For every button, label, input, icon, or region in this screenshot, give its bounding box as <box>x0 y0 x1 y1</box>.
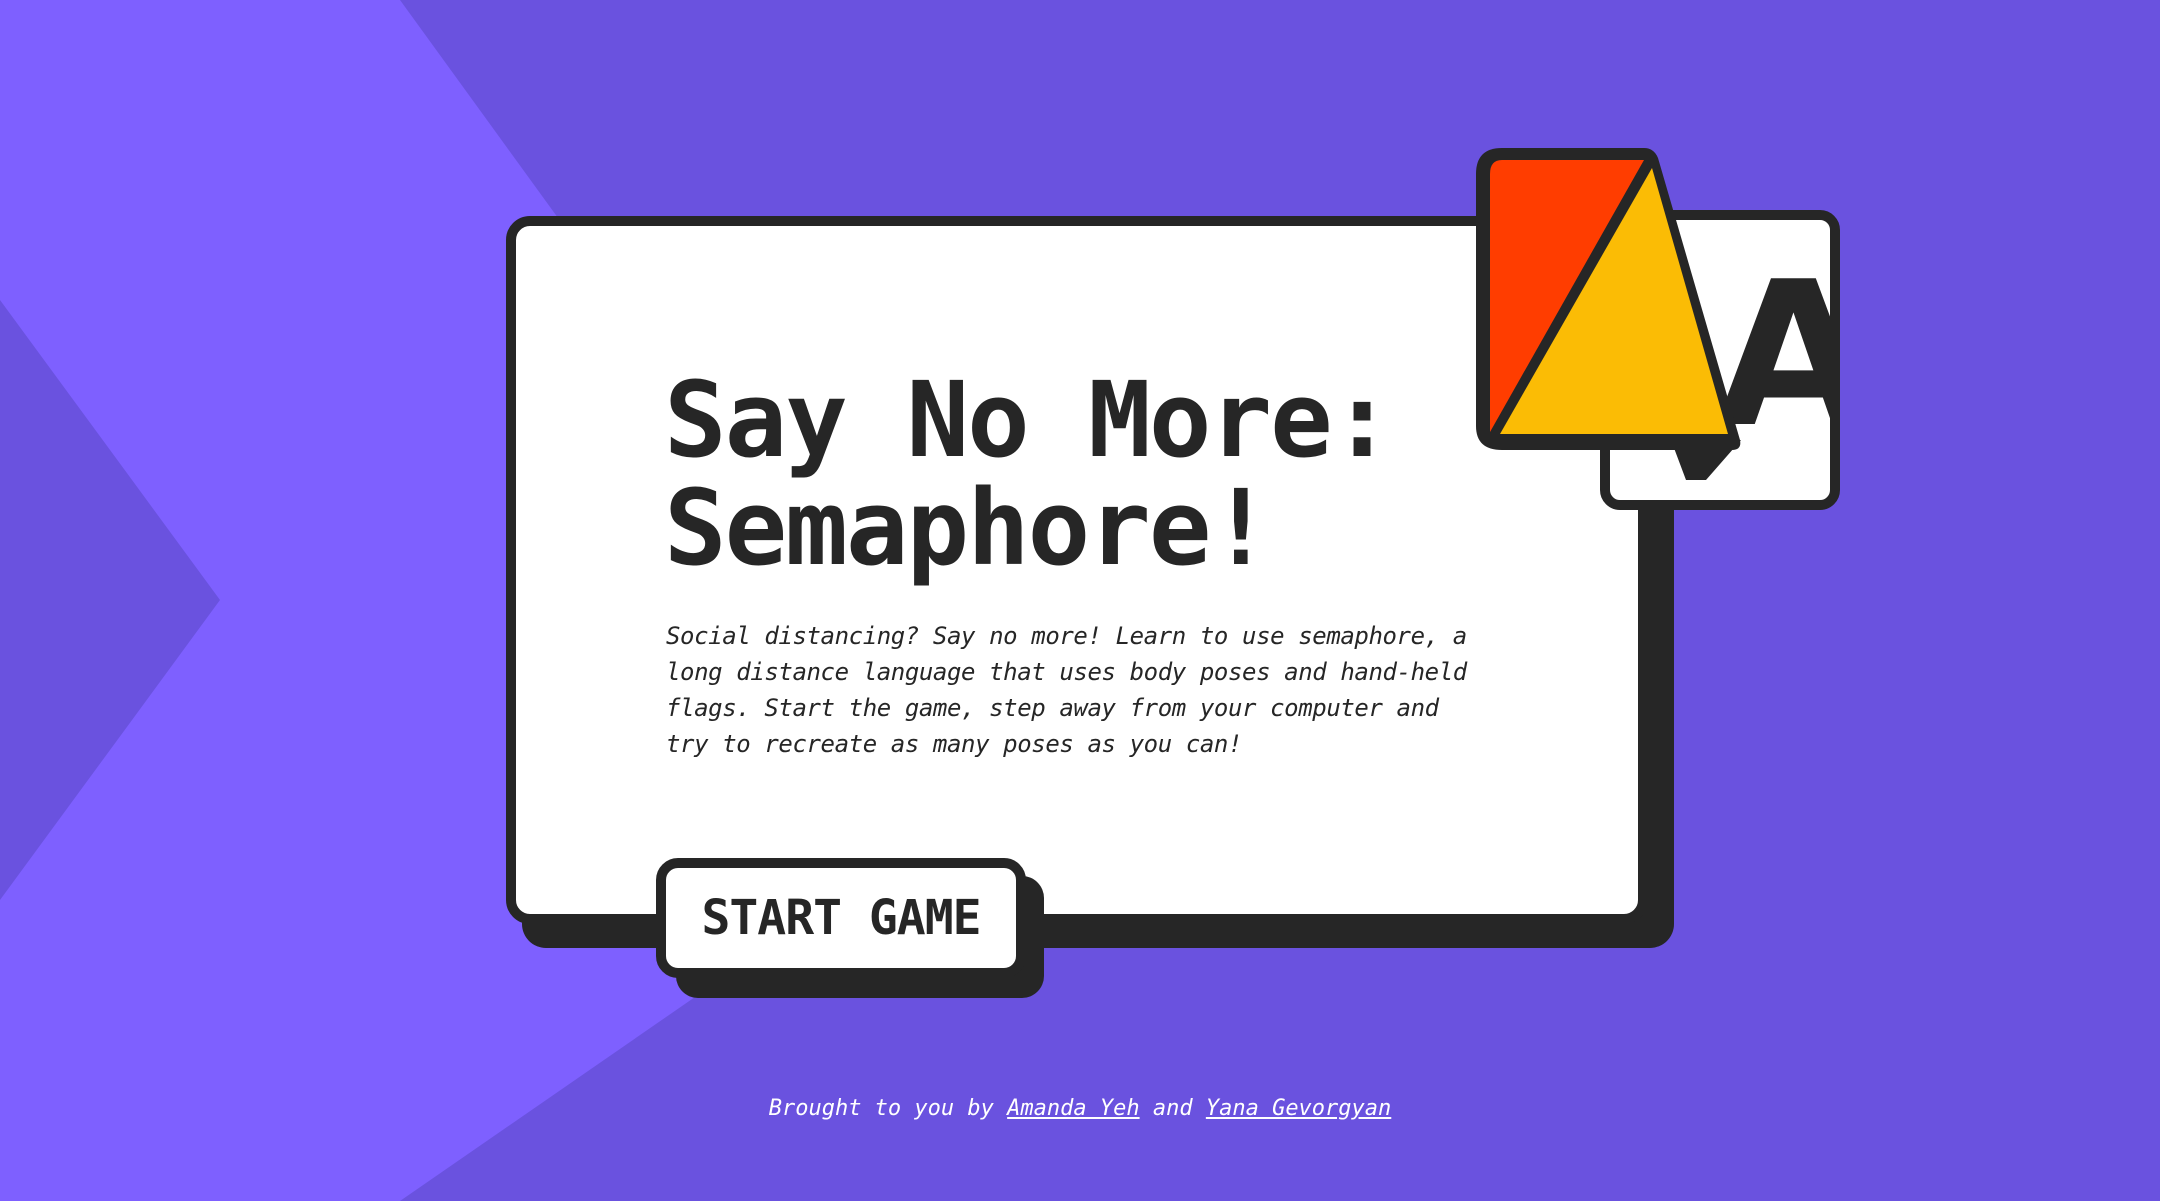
title-line-1: Say No More: <box>664 359 1393 481</box>
credits: Brought to you by Amanda Yeh and Yana Ge… <box>0 1096 2160 1121</box>
game-description: Social distancing? Say no more! Learn to… <box>666 622 1467 758</box>
credits-prefix: Brought to you by <box>768 1096 994 1121</box>
start-game-button[interactable]: START GAME <box>656 858 1026 978</box>
author-link-amanda[interactable]: Amanda Yeh <box>1007 1096 1139 1121</box>
author-link-yana[interactable]: Yana Gevorgyan <box>1206 1096 1391 1121</box>
title-line-2: Semaphore! <box>664 467 1272 589</box>
page-title: Say No More: Semaphore! <box>664 359 1393 589</box>
semaphore-flag-icon <box>1476 148 1741 480</box>
credits-connector: and <box>1152 1096 1193 1121</box>
